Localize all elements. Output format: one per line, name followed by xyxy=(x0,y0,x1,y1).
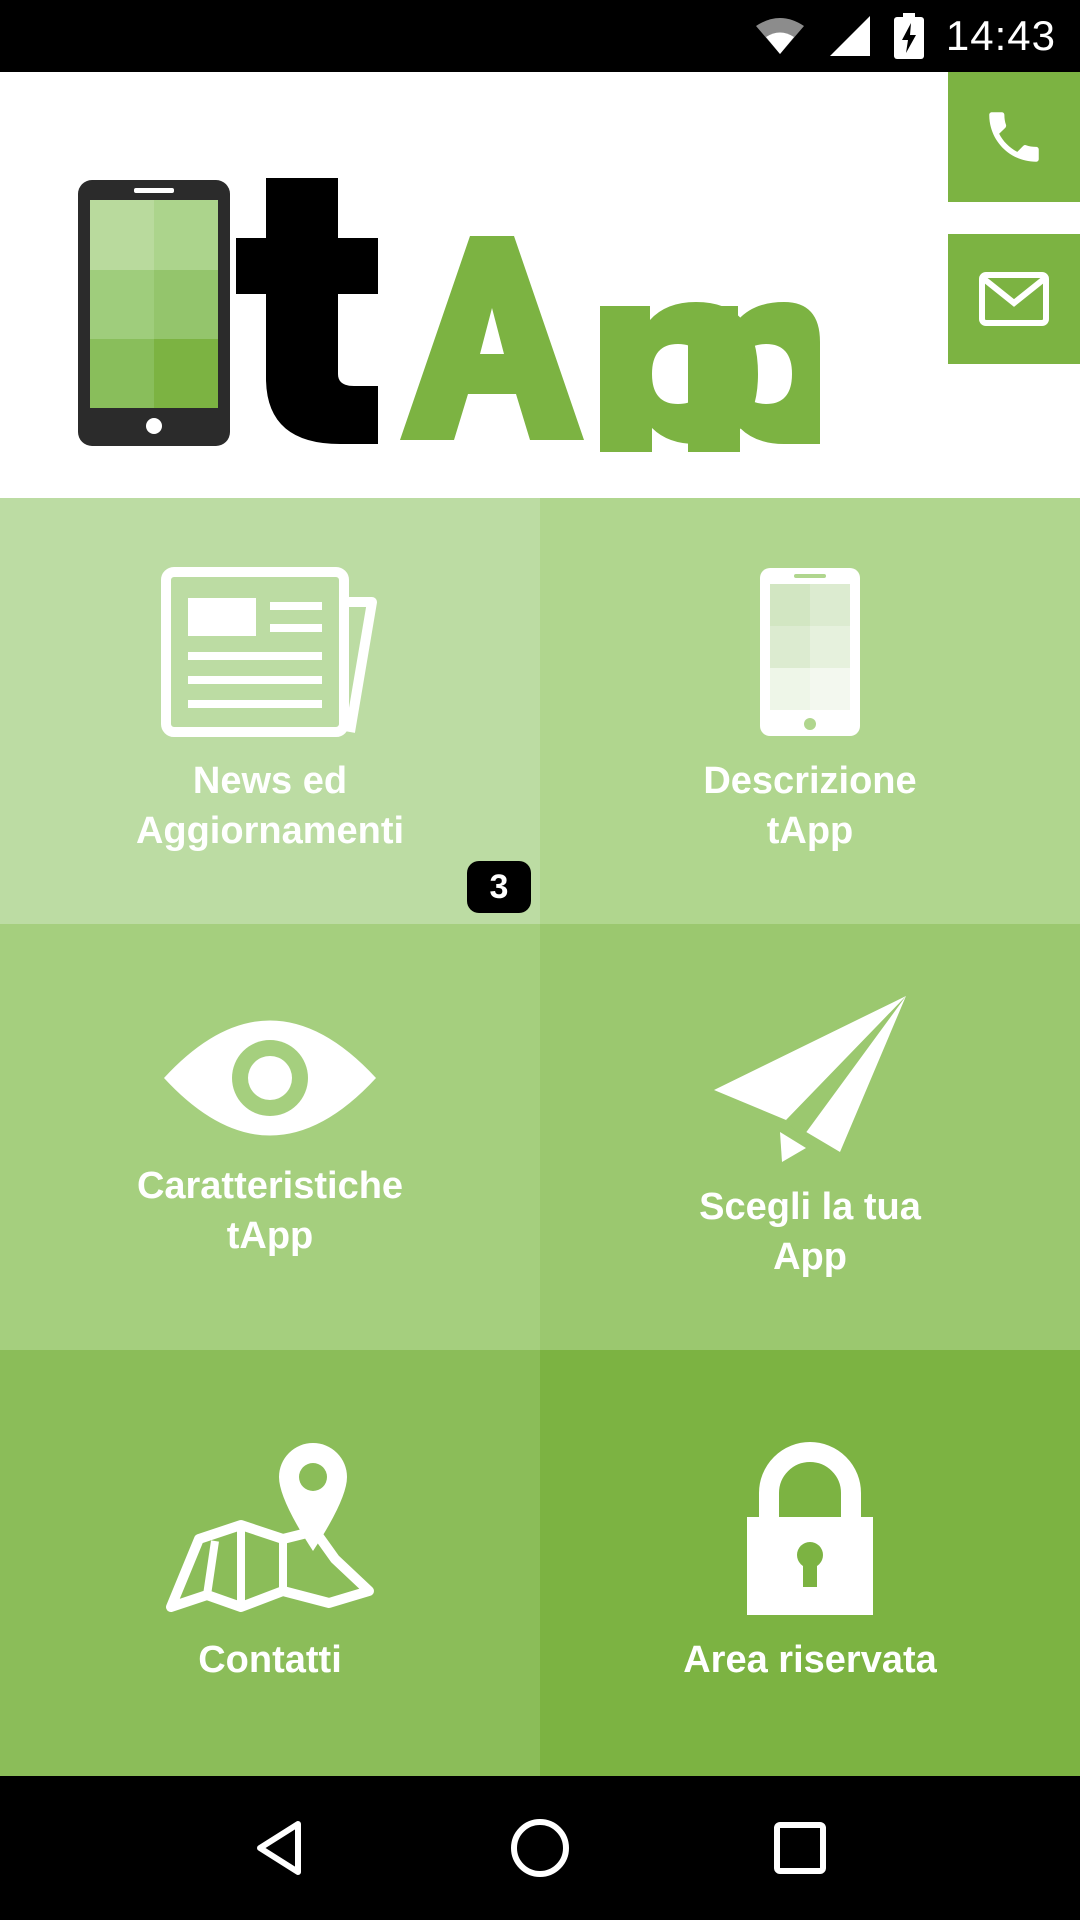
newspaper-icon xyxy=(161,567,377,737)
tile-label: Descrizione tApp xyxy=(703,760,917,852)
menu-grid: News ed Aggiornamenti 3 Descrizione tApp… xyxy=(0,498,1080,1776)
back-button[interactable] xyxy=(230,1798,330,1898)
navigation-bar xyxy=(0,1776,1080,1920)
phone-icon xyxy=(989,112,1039,162)
tile-label: News ed Aggiornamenti xyxy=(135,760,405,852)
recents-icon xyxy=(774,1822,826,1874)
tile-choose-app[interactable]: Scegli la tua App xyxy=(540,924,1080,1350)
wifi-icon xyxy=(755,18,804,54)
tile-label: Contatti xyxy=(198,1639,342,1681)
eye-icon xyxy=(164,1020,376,1136)
tile-label: Scegli la tua App xyxy=(699,1186,921,1278)
map-pin-icon xyxy=(166,1443,374,1612)
mail-icon xyxy=(979,272,1049,326)
status-icons: 14:43 xyxy=(754,0,1056,72)
tile-contacts[interactable]: Contatti xyxy=(0,1350,540,1776)
mail-button[interactable] xyxy=(948,234,1080,364)
tile-description[interactable]: Descrizione tApp xyxy=(540,498,1080,924)
status-time: 14:43 xyxy=(945,12,1056,59)
tile-features[interactable]: Caratteristiche tApp xyxy=(0,924,540,1350)
tapp-logo xyxy=(78,178,820,452)
smartphone-icon xyxy=(760,568,860,736)
tile-news[interactable]: News ed Aggiornamenti 3 xyxy=(0,498,540,924)
call-button[interactable] xyxy=(948,72,1080,202)
back-icon xyxy=(257,1821,301,1875)
tile-label: Area riservata xyxy=(683,1639,937,1681)
tile-label: Caratteristiche tApp xyxy=(136,1165,404,1257)
home-icon xyxy=(511,1819,569,1877)
paper-plane-icon xyxy=(714,996,906,1162)
lock-icon xyxy=(747,1442,873,1615)
tile-reserved-area[interactable]: Area riservata xyxy=(540,1350,1080,1776)
recents-button[interactable] xyxy=(750,1798,850,1898)
battery-charging-icon xyxy=(893,13,924,59)
notification-badge: 3 xyxy=(467,861,531,913)
home-button[interactable] xyxy=(490,1798,590,1898)
signal-icon xyxy=(829,16,870,56)
app-header: tApp xyxy=(0,72,1080,498)
status-bar: 14:43 xyxy=(0,0,1080,72)
